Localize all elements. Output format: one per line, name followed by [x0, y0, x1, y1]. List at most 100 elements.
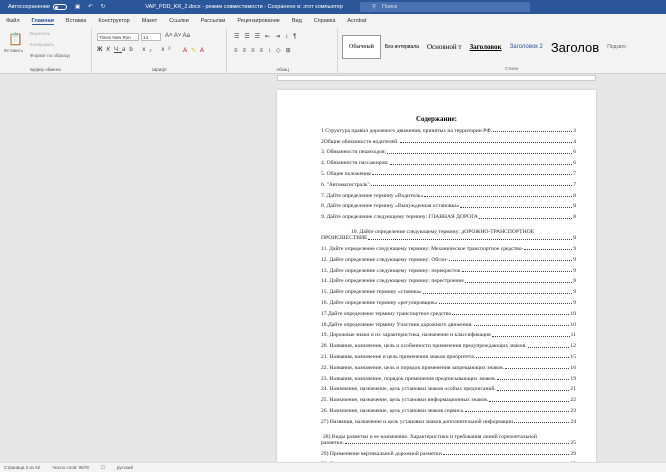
- toc-entry[interactable]: 29) Применение вертикальной дорожной раз…: [321, 447, 576, 458]
- align-icons[interactable]: ≡≡≡≡↕◇⊞: [234, 47, 296, 54]
- tab-7[interactable]: Рецензирование: [237, 18, 279, 24]
- toc-entry[interactable]: 4. Обязанности пассажиров: 6: [321, 156, 576, 167]
- toc-entry[interactable]: 24. Назначение, назначение, цель установ…: [321, 383, 576, 394]
- language[interactable]: русский: [117, 465, 133, 470]
- toc-entry[interactable]: 2Общие обязанности водителей. 4: [321, 135, 576, 146]
- style-normal[interactable]: Обычный: [342, 35, 381, 59]
- dot-leader: [489, 400, 570, 402]
- autosave-label: Автосохранение: [8, 4, 50, 10]
- toc-entry[interactable]: 28) Виды разметки и ее назначение. Харак…: [321, 426, 576, 447]
- toc-page-number: 16: [570, 364, 576, 371]
- ribbon: 📋 Вставить Вырезать Копировать Формат по…: [0, 28, 666, 74]
- toc-entry[interactable]: 13. Дайте определение следующему термину…: [321, 264, 576, 275]
- style-subtitle[interactable]: Подзаго: [603, 44, 630, 50]
- style-heading-2[interactable]: Заголовок 2: [506, 44, 547, 50]
- toc-entry[interactable]: 19. Дорожные знаки и их характеристика, …: [321, 329, 576, 340]
- tab-10[interactable]: Acrobat: [347, 18, 366, 24]
- toc-entry[interactable]: 14. Дайте определение следующему термину…: [321, 275, 576, 286]
- toc-entry[interactable]: 11. Дайте определение следующему термину…: [321, 242, 576, 253]
- tab-4[interactable]: Макет: [142, 18, 158, 24]
- toc-entry-text: 19. Дорожные знаки и их характеристика, …: [321, 332, 491, 339]
- redo-icon[interactable]: ↻: [101, 4, 106, 10]
- toc-entry[interactable]: 21. Названия, назначение и цель применен…: [321, 350, 576, 361]
- search-box[interactable]: ⚲ Поиск: [360, 2, 530, 12]
- cut-button[interactable]: Вырезать: [30, 31, 50, 36]
- toc-entry-text: 21. Названия, назначение и цель применен…: [321, 353, 476, 360]
- font-size-select[interactable]: 14: [141, 33, 161, 41]
- toc-entry[interactable]: 23. Названия, назначение, порядок примен…: [321, 372, 576, 383]
- tab-5[interactable]: Ссылки: [169, 18, 188, 24]
- font-group: Times New Ron 14 A˄ A˅ Aa ЖКЧab x₂ x² A✎…: [93, 28, 227, 74]
- autosave[interactable]: Автосохранение: [8, 4, 67, 10]
- dot-leader: [449, 260, 573, 262]
- paste-icon[interactable]: 📋: [8, 32, 23, 46]
- document-title: VAP_PDD_KR_2.docx - режим совместимости …: [145, 4, 343, 10]
- page-count[interactable]: Страница 2 из 52: [4, 465, 40, 470]
- save-icon[interactable]: ▣: [75, 4, 80, 10]
- style-heading-1[interactable]: Заголовок: [465, 43, 505, 51]
- toc-entry[interactable]: 16. Дайте определение термину «регулиров…: [321, 296, 576, 307]
- toc-entry-text: 6. "Автомагистраль": [321, 181, 370, 188]
- word-count[interactable]: Число слов: 9578: [52, 465, 89, 470]
- grow-font-icon[interactable]: A˄ A˅ Aa: [165, 33, 190, 39]
- tab-0[interactable]: Файл: [6, 18, 20, 24]
- tab-3[interactable]: Конструктор: [98, 18, 129, 24]
- undo-icon[interactable]: ↶: [88, 4, 93, 10]
- toc-entry[interactable]: 18.Дайте определение термину Участник до…: [321, 318, 576, 329]
- toc-entry[interactable]: 22. Названия, назначение, цель и порядок…: [321, 361, 576, 372]
- copy-button[interactable]: Копировать: [30, 42, 54, 47]
- toc-entry[interactable]: 3. Обязанности пешеходов: 6: [321, 146, 576, 157]
- style-title[interactable]: Заголов: [547, 40, 603, 55]
- status-bar: Страница 2 из 52 Число слов: 9578 ☐ русс…: [0, 462, 666, 472]
- toc-page-number: 3: [573, 127, 576, 134]
- font-label: Шрифт: [152, 67, 167, 72]
- toc-entry[interactable]: 10. Дайте определение следующему термину…: [321, 221, 576, 242]
- toc-title: Содержание:: [416, 115, 457, 123]
- toc-entry[interactable]: 17.Дайте определение термину транспортно…: [321, 307, 576, 318]
- toc-entry[interactable]: 27) Названия, назначение и цель установк…: [321, 415, 576, 426]
- toc-page-number: 29: [570, 450, 576, 457]
- tab-2[interactable]: Вставка: [66, 18, 86, 24]
- style-body-text[interactable]: Основной т: [423, 43, 466, 51]
- dot-leader: [368, 238, 573, 240]
- toc-page-number: 8: [573, 192, 576, 199]
- tab-9[interactable]: Справка: [314, 18, 336, 24]
- dot-leader: [465, 411, 570, 413]
- toc-entry[interactable]: 15. Дайте определение термину «стоянка» 9: [321, 285, 576, 296]
- vertical-scrollbar[interactable]: [660, 82, 666, 462]
- dot-leader: [524, 249, 573, 251]
- style-no-spacing[interactable]: Без интервала: [381, 44, 423, 50]
- list-icons[interactable]: ☰☰☰⇤⇥↕¶: [234, 33, 301, 40]
- dot-leader: [478, 217, 573, 219]
- toc-page-number: 21: [570, 386, 576, 393]
- toc-entry[interactable]: 26. Назначение, назначение, цель установ…: [321, 404, 576, 415]
- format-painter-button[interactable]: Формат по образцу: [30, 53, 70, 58]
- toc-entry[interactable]: 20. Названия, назначение, цель и особенн…: [321, 339, 576, 350]
- tab-8[interactable]: Вид: [292, 18, 302, 24]
- toc-entry[interactable]: 9. Дайте определение следующему термину:…: [321, 210, 576, 221]
- tab-6[interactable]: Рассылки: [201, 18, 226, 24]
- toc-page-number: 9: [573, 278, 576, 285]
- toc-entry-text: 2Общие обязанности водителей.: [321, 138, 399, 145]
- tab-1[interactable]: Главная: [31, 18, 54, 25]
- toc-page-number: 6: [573, 149, 576, 156]
- toc-page-number: 23: [570, 407, 576, 414]
- toc-entry[interactable]: 7. Дайте определение термину «Водитель» 8: [321, 189, 576, 200]
- toc-entry[interactable]: 5. Общие положения 7: [321, 167, 576, 178]
- font-name-select[interactable]: Times New Ron: [97, 33, 139, 41]
- font-color-icon[interactable]: A✎A: [183, 47, 208, 54]
- dot-leader: [497, 379, 570, 381]
- toc-entry[interactable]: 1 Структура правил дорожного движения, п…: [321, 124, 576, 135]
- toc-entry-text: 11. Дайте определение следующему термину…: [321, 245, 524, 252]
- font-format-buttons[interactable]: ЖКЧab x₂ x²: [97, 47, 174, 53]
- toc-entry-text: 20. Названия, назначение, цель и особенн…: [321, 343, 527, 350]
- autosave-toggle[interactable]: [52, 4, 67, 10]
- proofing-icon[interactable]: ☐: [101, 465, 105, 471]
- toc-page-number: 19: [570, 375, 576, 382]
- toc-entry[interactable]: 8. Дайте определение термину «Вынужденна…: [321, 200, 576, 211]
- toc-entry[interactable]: 12. Дайте определение следующему термину…: [321, 253, 576, 264]
- paste-button[interactable]: Вставить: [4, 48, 23, 53]
- toc-entry[interactable]: 6. "Автомагистраль" 7: [321, 178, 576, 189]
- dot-leader: [387, 152, 573, 154]
- toc-entry[interactable]: 25. Назначение, назначение, цель установ…: [321, 393, 576, 404]
